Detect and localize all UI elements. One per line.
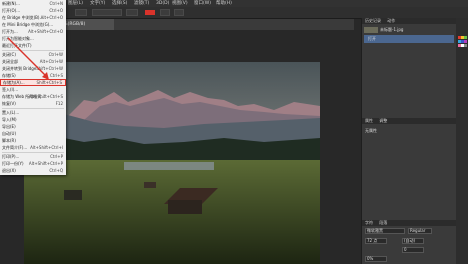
right-panel-dock: 历史记录 动作 未标题-1.jpg 打开 属性 调整 无属性 字符 段落 微软雅…: [361, 18, 457, 264]
menu-item-import[interactable]: 导入(M): [0, 117, 66, 123]
menu-item-print-one[interactable]: 打印一份(Y) Alt+Shift+Ctrl+P: [0, 161, 66, 167]
tab-adjustments[interactable]: 调整: [379, 118, 387, 123]
history-item[interactable]: 打开: [364, 35, 454, 43]
properties-empty-label: 无属性: [365, 128, 377, 133]
menu-item-label: 退出(X): [2, 168, 16, 173]
tab-paragraph[interactable]: 段落: [379, 220, 387, 225]
options-field-3[interactable]: [160, 9, 170, 16]
menu-window[interactable]: 窗口(W): [194, 0, 211, 7]
menu-item-exit[interactable]: 退出(X) Ctrl+Q: [0, 168, 66, 174]
menu-separator: [2, 152, 64, 153]
tool-preset-picker[interactable]: [75, 9, 87, 16]
menu-view[interactable]: 视图(V): [172, 0, 188, 7]
snapshot-thumbnail: [364, 27, 378, 33]
menu-layer[interactable]: 图层(L): [68, 0, 83, 7]
color-swatch-icon[interactable]: [145, 10, 155, 15]
options-field-2[interactable]: [126, 9, 138, 16]
menu-item-label: 打印(P)...: [2, 154, 20, 159]
tab-character[interactable]: 字符: [365, 220, 373, 225]
scale-field[interactable]: 0%: [365, 256, 387, 262]
menu-select[interactable]: 选择(S): [112, 0, 127, 7]
font-style-select[interactable]: Regular: [408, 228, 432, 234]
menu-item-label: 恢复(V): [2, 101, 16, 106]
menu-item-label: 导入(M): [2, 117, 17, 122]
menu-item-save-for-web[interactable]: 存储为 Web 所用格式... Alt+Shift+Ctrl+S: [0, 94, 66, 100]
tab-actions[interactable]: 动作: [387, 18, 395, 23]
options-field-1[interactable]: [92, 9, 122, 16]
swatches-grid[interactable]: [458, 36, 467, 78]
font-size-field[interactable]: 72 点: [365, 238, 387, 244]
menu-help[interactable]: 帮助(H): [216, 0, 232, 7]
menu-type[interactable]: 文字(Y): [90, 0, 105, 7]
menu-item-label: 文件简介(F)...: [2, 145, 28, 150]
history-panel-header: 历史记录 动作: [362, 18, 457, 24]
menu-item-automate[interactable]: 自动(U): [0, 131, 66, 137]
menu-item-place[interactable]: 置入(L)...: [0, 110, 66, 116]
history-snapshot[interactable]: 未标题-1.jpg: [364, 26, 454, 34]
menu-separator: [2, 108, 64, 109]
menu-filter[interactable]: 滤镜(T): [134, 0, 149, 7]
menu-item-shortcut: Alt+Shift+Ctrl+S: [28, 94, 63, 99]
menu-3d[interactable]: 3D(D): [156, 0, 169, 7]
properties-panel-header: 属性 调整: [362, 118, 457, 124]
font-family-select[interactable]: 微软雅黑: [365, 228, 405, 234]
menu-item-shortcut: Alt+Shift+Ctrl+I: [30, 145, 63, 150]
menu-item-label: 置入(L)...: [2, 110, 20, 115]
menu-item-shortcut: F12: [55, 101, 63, 106]
menu-item-export[interactable]: 导出(E): [0, 124, 66, 130]
tab-properties[interactable]: 属性: [365, 118, 373, 123]
tab-history[interactable]: 历史记录: [365, 18, 381, 23]
document-tab-strip: 未标题-1 @ 16.7%(RGB/8): [24, 19, 354, 30]
red-arrow-icon: [7, 37, 49, 80]
menu-item-file-info[interactable]: 文件简介(F)... Alt+Shift+Ctrl+I: [0, 145, 66, 151]
menu-item-print[interactable]: 打印(P)... Ctrl+P: [0, 154, 66, 160]
menu-item-shortcut: Ctrl+P: [50, 154, 63, 159]
menu-item-label: 脚本(R): [2, 138, 16, 143]
menu-item-scripts[interactable]: 脚本(R): [0, 138, 66, 144]
character-panel-header: 字符 段落: [362, 220, 457, 226]
snapshot-label: 未标题-1.jpg: [380, 27, 404, 32]
menu-item-shortcut: Ctrl+Q: [49, 168, 63, 173]
document-canvas[interactable]: [24, 62, 320, 264]
menu-item-label: 打印一份(Y): [2, 161, 24, 166]
history-item-label: 打开: [368, 36, 376, 41]
leading-field[interactable]: (自动): [402, 238, 424, 244]
menu-bar: 文件(F) 编辑(E) 图像(I) 图层(L) 文字(Y) 选择(S) 滤镜(T…: [0, 0, 468, 7]
landscape-photo: [24, 62, 320, 264]
menu-item-shortcut: Alt+Shift+Ctrl+P: [28, 161, 63, 166]
menu-item-revert[interactable]: 恢复(V) F12: [0, 101, 66, 107]
menu-item-label: 自动(U): [2, 131, 17, 136]
menu-item-label: 导出(E): [2, 124, 16, 129]
options-field-4[interactable]: [174, 9, 184, 16]
tracking-field[interactable]: 0: [402, 247, 424, 253]
